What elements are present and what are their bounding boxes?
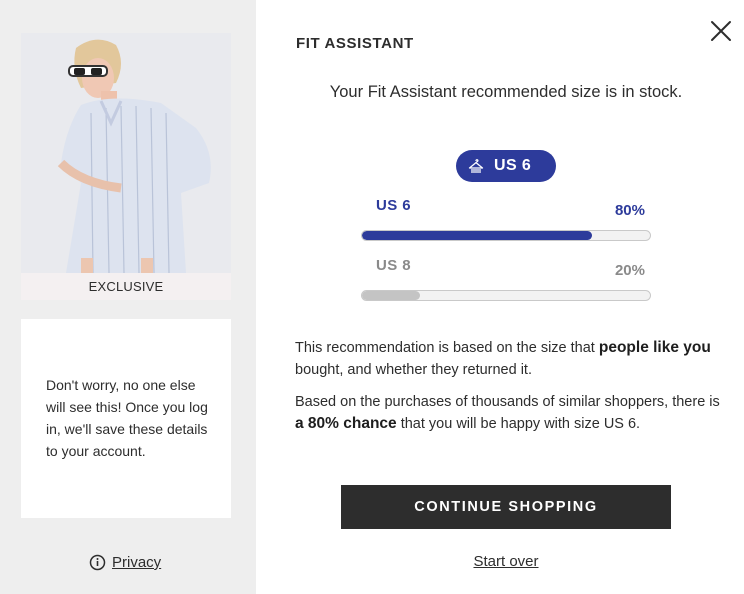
- recommended-size-pill: US 6: [456, 150, 556, 182]
- privacy-link[interactable]: Privacy: [89, 554, 161, 571]
- recommended-size-label: US 6: [494, 157, 532, 174]
- exclusive-badge: EXCLUSIVE: [88, 279, 164, 294]
- explanation-text: bought, and whether they returned it.: [295, 362, 532, 378]
- recommendation-message: Your Fit Assistant recommended size is i…: [329, 83, 683, 101]
- explanation-highlight: a 80% chance: [295, 415, 397, 432]
- size-probability-fill: [362, 231, 593, 240]
- size-option-label: US 8: [376, 257, 411, 274]
- size-option-percent: 80%: [614, 202, 645, 219]
- close-icon[interactable]: [708, 18, 734, 44]
- hanger-icon: [468, 159, 484, 173]
- info-icon: [89, 554, 106, 571]
- explanation-highlight: people like you: [598, 339, 711, 356]
- size-probability-fill: [362, 291, 420, 300]
- explanation-paragraph-1: This recommendation is based on the size…: [295, 337, 725, 381]
- size-probability-bar: [361, 230, 651, 241]
- product-image: [21, 33, 231, 273]
- explanation-text: Based on the purchases of thousands of s…: [295, 394, 720, 410]
- privacy-label: Privacy: [112, 554, 162, 571]
- explanation-paragraph-2: Based on the purchases of thousands of s…: [295, 391, 725, 435]
- start-over-link[interactable]: Start over: [256, 553, 744, 570]
- product-panel: EXCLUSIVE Don't worry, no one else will …: [0, 0, 256, 594]
- explanation-text: that you will be happy with size US 6.: [396, 416, 641, 432]
- continue-shopping-button[interactable]: CONTINUE SHOPPING: [341, 485, 671, 529]
- product-card: EXCLUSIVE: [21, 33, 231, 300]
- login-info-card: Don't worry, no one else will see this! …: [21, 319, 231, 518]
- size-option-percent: 20%: [614, 262, 645, 279]
- fit-assistant-title: FIT ASSISTANT: [296, 35, 414, 52]
- size-probability-bar: [361, 290, 651, 301]
- login-info-text: Don't worry, no one else will see this! …: [46, 377, 208, 459]
- explanation-text: This recommendation is based on the size…: [295, 340, 599, 356]
- size-option-label: US 6: [376, 197, 411, 214]
